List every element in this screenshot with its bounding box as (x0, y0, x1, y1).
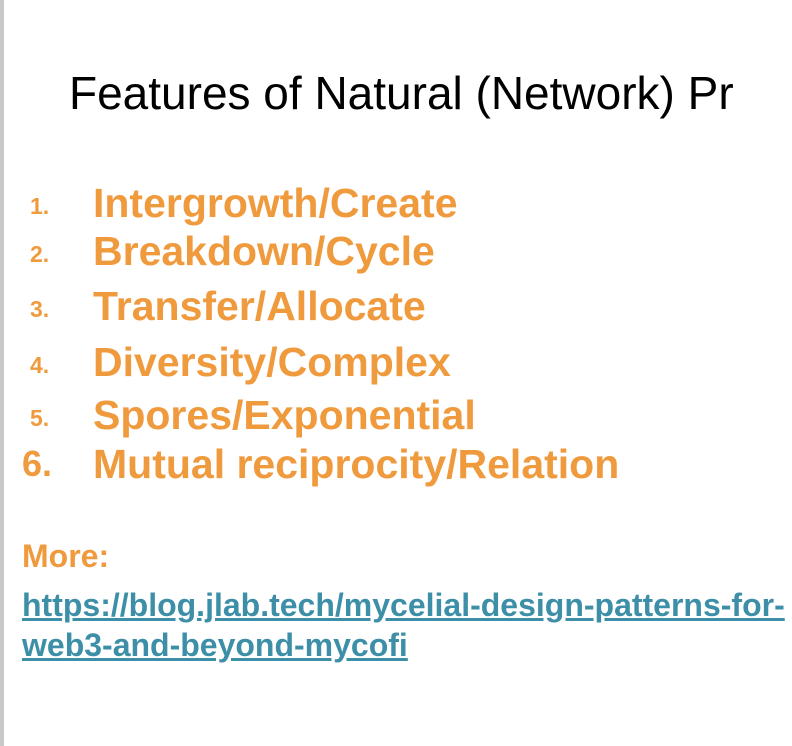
list-number: 6. (22, 443, 53, 484)
slide-left-border (0, 0, 4, 746)
slide-title: Features of Natural (Network) Pr (69, 67, 734, 119)
more-label: More: (22, 538, 110, 574)
list-label: Spores/Exponential (93, 392, 476, 438)
list-number: 5. (30, 405, 50, 431)
list-label: Mutual reciprocity/Relation (93, 441, 620, 487)
more-link[interactable]: https://blog.jlab.tech/mycelial-design-p… (22, 585, 792, 665)
list-number: 1. (30, 193, 50, 219)
list-label: Breakdown/Cycle (93, 228, 435, 274)
list-number: 4. (30, 352, 50, 378)
list-label: Intergrowth/Create (93, 180, 458, 226)
list-label: Diversity/Complex (93, 339, 451, 385)
list-label: Transfer/Allocate (93, 283, 426, 329)
list-number: 2. (30, 241, 50, 267)
list-number: 3. (30, 296, 50, 322)
